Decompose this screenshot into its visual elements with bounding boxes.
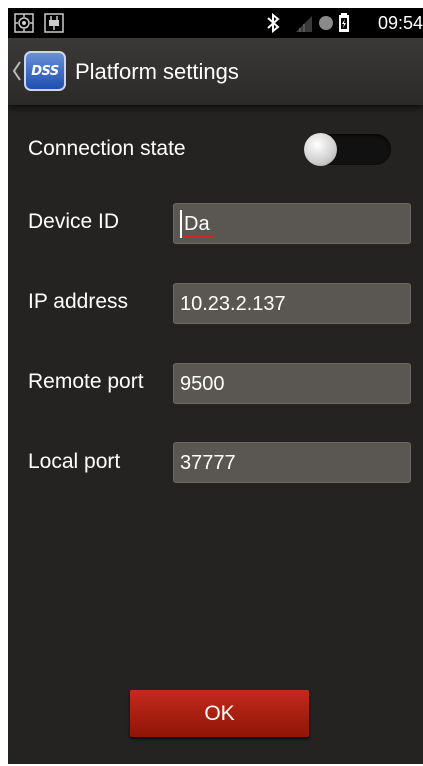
- device-id-value: Da: [184, 213, 210, 235]
- ip-address-value: 10.23.2.137: [180, 293, 286, 315]
- device-id-field[interactable]: Da: [173, 203, 411, 244]
- remote-port-field[interactable]: 9500: [173, 363, 411, 404]
- text-cursor: [180, 210, 182, 238]
- page-title: Platform settings: [75, 59, 239, 84]
- usb-debug-icon: [44, 13, 64, 33]
- app-logo[interactable]: DSS: [24, 51, 66, 91]
- local-port-label: Local port: [28, 450, 121, 473]
- gps-icon: [14, 13, 34, 33]
- spellcheck-underline: [183, 236, 214, 238]
- app-logo-text: DSS: [31, 63, 59, 79]
- local-port-value: 37777: [180, 452, 236, 474]
- signal-icon: [293, 13, 315, 33]
- ok-button[interactable]: OK: [130, 690, 309, 737]
- battery-icon: [336, 13, 352, 33]
- bluetooth-icon: [264, 13, 282, 33]
- device-id-label: Device ID: [28, 210, 120, 233]
- remote-port-label: Remote port: [28, 370, 144, 393]
- back-chevron-icon[interactable]: [12, 60, 22, 82]
- action-bar: DSS Platform settings: [8, 38, 423, 105]
- ip-address-label: IP address: [28, 290, 129, 313]
- connection-state-label: Connection state: [28, 137, 186, 160]
- local-port-field[interactable]: 37777: [173, 442, 411, 483]
- remote-port-value: 9500: [180, 373, 225, 395]
- ip-address-field[interactable]: 10.23.2.137: [173, 283, 411, 324]
- record-icon: [317, 13, 335, 33]
- connection-state-toggle-thumb[interactable]: [304, 133, 337, 166]
- phone-screen: 09:54 DSS Platform settings Connection s…: [8, 8, 423, 764]
- status-bar: 09:54: [8, 8, 423, 38]
- status-time: 09:54: [377, 13, 423, 33]
